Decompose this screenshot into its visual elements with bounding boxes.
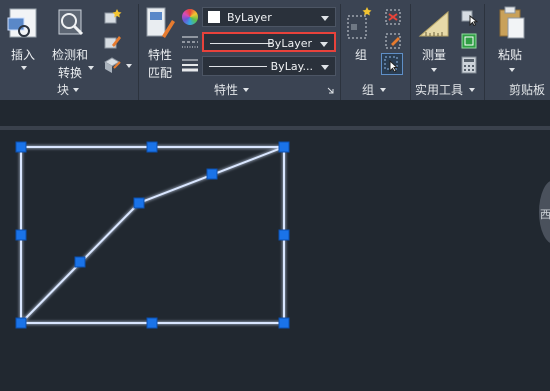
color-value: ByLayer: [227, 11, 272, 24]
lineweight-preview: [209, 66, 267, 67]
block-attribute-icon[interactable]: [102, 56, 122, 74]
group-button[interactable]: 组: [343, 4, 377, 70]
ribbon-gap: [0, 100, 550, 126]
grip-point[interactable]: [74, 256, 86, 268]
chevron-down-icon[interactable]: [469, 88, 475, 92]
select-all-icon[interactable]: [460, 32, 478, 50]
clipboard-panel-title: 剪贴板: [509, 83, 546, 97]
measure-ruler-icon: [418, 10, 449, 37]
ungroup-icon[interactable]: [384, 8, 402, 26]
color-swatch: [208, 11, 220, 23]
paste-button[interactable]: 粘贴: [492, 4, 532, 76]
panel-separator: [138, 4, 139, 100]
match-properties-label-1: 特性: [148, 48, 173, 62]
clipboard-icon: [499, 6, 525, 39]
chevron-down-icon[interactable]: [126, 64, 132, 68]
check-convert-label-2: 转换: [58, 66, 83, 80]
linetype-value: ByLayer: [267, 37, 312, 50]
block-panel-title: 块: [57, 83, 70, 97]
color-dropdown[interactable]: ByLayer: [202, 7, 336, 27]
measure-label: 测量: [422, 48, 447, 62]
match-properties-icon: [146, 7, 175, 38]
calculator-icon[interactable]: [461, 56, 477, 74]
viewcube-west-label[interactable]: 西: [540, 206, 550, 222]
color-wheel-icon[interactable]: [182, 9, 198, 25]
grip-point[interactable]: [146, 317, 158, 329]
match-properties-label-2: 匹配: [148, 66, 173, 80]
chevron-down-icon: [320, 42, 328, 47]
create-block-icon[interactable]: [102, 8, 122, 26]
chevron-down-icon: [321, 16, 329, 21]
grip-point[interactable]: [278, 317, 290, 329]
cursor-icon: [384, 56, 399, 72]
drawing-canvas[interactable]: [0, 130, 550, 391]
grip-point[interactable]: [15, 141, 27, 153]
group-icon: [347, 7, 372, 39]
group-label: 组: [355, 48, 368, 62]
group-select-toggle[interactable]: [381, 53, 403, 75]
grip-point[interactable]: [15, 229, 27, 241]
linetype-dropdown[interactable]: ByLayer: [202, 32, 336, 52]
insert-button[interactable]: 插入: [4, 4, 40, 70]
linetype-icon[interactable]: [181, 34, 199, 50]
lineweight-dropdown[interactable]: ByLay...: [202, 56, 336, 76]
chevron-down-icon: [321, 65, 329, 70]
grip-point[interactable]: [278, 229, 290, 241]
grip-point[interactable]: [15, 317, 27, 329]
grip-point[interactable]: [146, 141, 158, 153]
check-convert-button[interactable]: 检测和 转换: [48, 4, 94, 80]
panel-separator: [410, 4, 411, 100]
groups-panel-title: 组: [362, 83, 375, 97]
chevron-down-icon: [21, 66, 27, 70]
chevron-down-icon: [431, 68, 437, 72]
insert-block-icon: [7, 8, 37, 38]
quick-select-icon[interactable]: [460, 8, 478, 26]
grip-point[interactable]: [133, 197, 145, 209]
group-edit-icon[interactable]: [384, 32, 402, 50]
chevron-down-icon[interactable]: [73, 88, 79, 92]
ribbon: 插入 检测和 转换 块 特性 匹配 ByLayer ByLayer ByLay.…: [0, 0, 550, 100]
chevron-down-icon[interactable]: [243, 88, 249, 92]
selected-geometry[interactable]: [0, 130, 550, 391]
linetype-preview: [210, 43, 272, 44]
edit-block-icon[interactable]: [102, 33, 122, 51]
properties-panel-title: 特性: [214, 83, 239, 97]
utilities-panel-title: 实用工具: [415, 83, 464, 97]
measure-button[interactable]: 测量: [414, 4, 454, 76]
grip-point[interactable]: [278, 141, 290, 153]
chevron-down-icon: [88, 66, 94, 70]
paste-label: 粘贴: [498, 48, 523, 62]
chevron-down-icon: [509, 68, 515, 72]
grip-point[interactable]: [206, 168, 218, 180]
check-convert-icon: [58, 9, 84, 36]
check-convert-label-1: 检测和: [52, 48, 89, 62]
match-properties-button[interactable]: 特性 匹配: [142, 4, 178, 80]
polyline-entity[interactable]: [20, 146, 285, 324]
dialog-launcher-icon[interactable]: [327, 87, 334, 94]
panel-separator: [340, 4, 341, 100]
chevron-down-icon[interactable]: [380, 88, 386, 92]
rectangle-entity[interactable]: [20, 146, 285, 324]
insert-label: 插入: [11, 48, 36, 62]
lineweight-icon[interactable]: [181, 57, 199, 73]
panel-separator: [484, 4, 485, 100]
lineweight-value: ByLay...: [270, 60, 313, 73]
